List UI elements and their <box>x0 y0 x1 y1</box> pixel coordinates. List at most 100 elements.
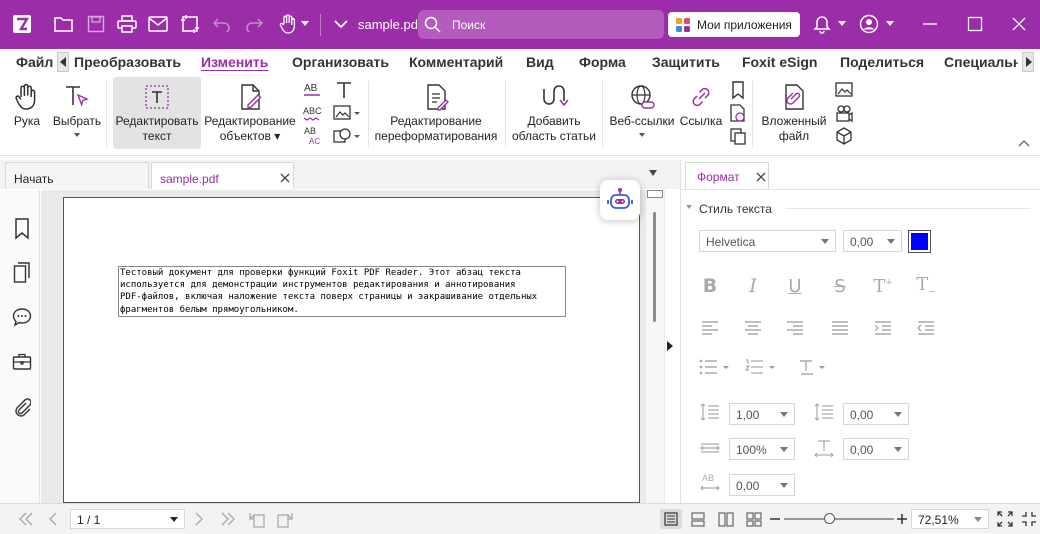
tab-sample-pdf[interactable]: sample.pdf <box>151 162 294 189</box>
font-family-select[interactable]: Helvetica <box>699 230 836 252</box>
attach-file-button[interactable]: Вложенный файл <box>758 77 830 151</box>
outdent-icon[interactable] <box>913 315 939 341</box>
abac-text-icon[interactable]: AB AC <box>300 126 324 146</box>
add-image-icon[interactable] <box>332 103 362 123</box>
print-icon[interactable] <box>115 12 139 36</box>
image-object-icon[interactable] <box>832 80 856 100</box>
menu-share[interactable]: Поделиться <box>840 54 924 70</box>
redo-icon[interactable] <box>242 12 266 36</box>
chevron-down-icon[interactable] <box>886 21 894 26</box>
zoom-out-icon[interactable] <box>770 518 780 520</box>
menu-protect[interactable]: Защитить <box>652 54 720 70</box>
save-icon[interactable] <box>84 12 108 36</box>
collapse-ribbon-icon[interactable] <box>1018 139 1030 147</box>
align-right-icon[interactable] <box>782 315 808 341</box>
single-page-view-button[interactable] <box>660 509 682 529</box>
horizontal-scale-select[interactable]: 100% <box>729 438 795 460</box>
menu-esign[interactable]: Foxit eSign <box>742 54 817 70</box>
menu-scroll-right[interactable] <box>1022 52 1034 72</box>
close-panel-icon[interactable] <box>756 172 766 182</box>
align-center-icon[interactable] <box>740 315 766 341</box>
maximize-icon[interactable] <box>963 12 987 36</box>
hand-button[interactable]: Рука <box>7 77 47 151</box>
add-shape-icon[interactable] <box>332 126 362 146</box>
add-text-icon[interactable] <box>332 80 356 100</box>
chevron-down-icon[interactable] <box>838 21 846 26</box>
bookmark-panel-icon[interactable] <box>13 218 31 240</box>
text-direction-icon[interactable] <box>799 354 833 380</box>
scroll-up-button[interactable] <box>647 190 663 198</box>
menu-edit[interactable]: Изменить <box>201 54 268 70</box>
tab-start[interactable]: Начать <box>5 162 149 189</box>
font-size-select[interactable]: 0,00 <box>843 230 902 252</box>
indent-icon[interactable] <box>870 315 896 341</box>
align-left-icon[interactable] <box>697 315 723 341</box>
my-apps-button[interactable]: Мои приложения <box>668 12 800 37</box>
menu-organize[interactable]: Организовать <box>292 54 389 70</box>
edit-text-button[interactable]: Редактировать текст <box>113 77 201 149</box>
scroll-thumb[interactable] <box>653 212 656 322</box>
next-view-icon[interactable] <box>276 510 294 528</box>
subscript-icon[interactable]: T− <box>913 273 939 299</box>
file-link-icon[interactable] <box>726 126 750 146</box>
menu-special[interactable]: Специальны <box>944 54 1018 70</box>
web-links-button[interactable]: Веб-ссылки <box>608 77 676 151</box>
zoom-slider[interactable] <box>784 513 894 524</box>
bookmark-icon[interactable] <box>726 80 750 100</box>
paragraph-spacing-select[interactable]: 0,00 <box>843 403 909 425</box>
menu-convert[interactable]: Преобразовать <box>74 54 181 70</box>
collapse-section-icon[interactable] <box>686 205 692 209</box>
previous-view-icon[interactable] <box>248 510 266 528</box>
bullet-list-icon[interactable] <box>699 354 733 380</box>
ab-text-icon[interactable]: AB <box>300 80 324 100</box>
horizontal-scale-icon[interactable] <box>697 435 723 461</box>
multimedia-icon[interactable] <box>832 103 856 123</box>
last-page-icon[interactable] <box>220 512 236 526</box>
char-spacing-select[interactable]: 0,00 <box>843 438 909 460</box>
image-link-icon[interactable] <box>726 103 750 123</box>
first-page-icon[interactable] <box>18 512 34 526</box>
comments-panel-icon[interactable] <box>12 307 32 327</box>
chevron-down-icon[interactable] <box>329 12 353 36</box>
bell-icon[interactable] <box>810 12 834 36</box>
zoom-level-select[interactable]: 72,51% <box>911 509 989 529</box>
abc-text-icon[interactable]: ABC <box>300 103 324 123</box>
tab-format[interactable]: Формат <box>685 162 769 189</box>
menu-view[interactable]: Вид <box>526 54 554 70</box>
chevron-down-icon[interactable] <box>301 21 309 26</box>
italic-icon[interactable]: I <box>740 273 766 299</box>
pdf-page[interactable]: Тестовый документ для проверки функций F… <box>63 197 640 503</box>
numbered-list-icon[interactable] <box>745 354 779 380</box>
expand-right-panel-icon[interactable] <box>667 341 673 351</box>
pages-panel-icon[interactable] <box>13 262 31 284</box>
paragraph-spacing-icon[interactable] <box>811 399 837 425</box>
prev-page-icon[interactable] <box>48 512 58 526</box>
underline-icon[interactable]: U <box>782 273 808 299</box>
facing-view-icon[interactable] <box>718 512 734 527</box>
close-tab-icon[interactable] <box>280 173 290 183</box>
ai-assistant-button[interactable] <box>600 180 640 220</box>
tabs-dropdown-icon[interactable] <box>649 170 657 176</box>
hand-tool-icon[interactable] <box>276 12 300 36</box>
page-number-input[interactable]: 1 / 1 <box>70 509 185 529</box>
attachments-panel-icon[interactable] <box>13 397 31 419</box>
font-color-picker[interactable] <box>908 230 931 253</box>
3d-object-icon[interactable] <box>832 126 856 146</box>
select-button[interactable]: Выбрать <box>51 77 103 151</box>
user-avatar-icon[interactable] <box>857 12 881 36</box>
undo-icon[interactable] <box>210 12 234 36</box>
reflow-edit-button[interactable]: Редактирование переформатирования <box>372 77 500 151</box>
word-spacing-select[interactable]: 0,00 <box>729 474 795 496</box>
vertical-scrollbar[interactable] <box>646 190 664 503</box>
continuous-view-icon[interactable] <box>690 512 706 527</box>
justify-icon[interactable] <box>827 315 853 341</box>
search-input[interactable]: Поиск <box>452 18 485 32</box>
fullscreen-icon[interactable] <box>1021 511 1037 527</box>
menu-form[interactable]: Форма <box>579 54 626 70</box>
line-spacing-icon[interactable] <box>697 399 723 425</box>
add-article-area-button[interactable]: Добавить область статьи <box>510 77 598 151</box>
continuous-facing-icon[interactable] <box>746 512 762 527</box>
fit-page-icon[interactable] <box>997 511 1013 527</box>
menu-scroll-left[interactable] <box>57 52 69 72</box>
toolbox-panel-icon[interactable] <box>12 352 32 372</box>
